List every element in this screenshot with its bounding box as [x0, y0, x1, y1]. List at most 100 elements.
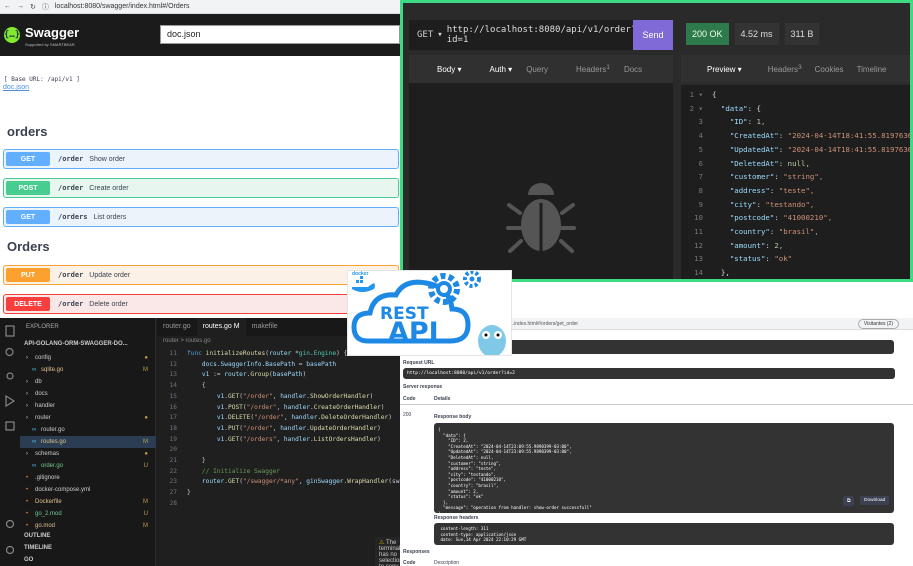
- tab-cookies[interactable]: Cookies: [815, 65, 844, 74]
- project-root[interactable]: API-GOLANG-ORM-SWAGGER-DO...: [20, 338, 156, 350]
- go-label: GO: [24, 557, 34, 563]
- doc-json-link[interactable]: doc.json: [3, 84, 29, 91]
- run-debug-icon[interactable]: [5, 394, 16, 408]
- browser-url[interactable]: ...index.html#/orders/get_order: [510, 321, 578, 327]
- gear-icon: [428, 273, 460, 305]
- tab-makefile[interactable]: makefile: [246, 318, 284, 336]
- request-tabs: Body ▾ Auth ▾ Query Headers1 Docs: [409, 55, 673, 83]
- op-post-order[interactable]: POST /order Create order: [3, 178, 399, 198]
- tree-folder[interactable]: › schemas ●: [20, 448, 156, 460]
- tag-orders-heading[interactable]: orders: [7, 124, 47, 139]
- reload-icon[interactable]: ↻: [30, 3, 36, 11]
- tab-auth[interactable]: Auth ▾: [475, 65, 512, 74]
- extensions-icon[interactable]: [5, 421, 15, 431]
- go-section[interactable]: GO: [20, 554, 156, 566]
- headers-count-badge: 1: [606, 63, 610, 71]
- tag-orders-heading-2[interactable]: Orders: [7, 239, 50, 254]
- code-line[interactable]: 15 v1.GET("/order", handler.ShowOrderHan…: [157, 392, 400, 403]
- code-line[interactable]: 14 {: [157, 381, 400, 392]
- timeline-section[interactable]: TIMELINE: [20, 542, 156, 554]
- gear-icon[interactable]: [5, 545, 15, 555]
- tree-file[interactable]: ∞ routes.go M: [20, 436, 156, 448]
- tree-folder[interactable]: › handler: [20, 400, 156, 412]
- code-line[interactable]: 28: [157, 499, 400, 510]
- line-number: 5: [698, 144, 703, 154]
- code-lines[interactable]: 11 func initializeRoutes(router *gin.Engi…: [157, 349, 400, 510]
- files-icon[interactable]: [5, 325, 15, 337]
- swagger-logo[interactable]: {…} Swagger Supported by SMARTBEAR: [4, 24, 79, 47]
- tree-file[interactable]: • go.mod M: [20, 520, 156, 532]
- code-line[interactable]: 21 }: [157, 456, 400, 467]
- op-delete-order[interactable]: DELETE /order Delete order: [3, 294, 399, 314]
- request-url-bar[interactable]: GET ▾ http://localhost:8080/api/v1/order…: [409, 20, 636, 50]
- method-select[interactable]: GET: [417, 30, 433, 40]
- tree-file[interactable]: ∞ router.go: [20, 424, 156, 436]
- code-line[interactable]: 16 v1.POST("/order", handler.CreateOrder…: [157, 403, 400, 414]
- op-get-order[interactable]: GET /order Show order: [3, 149, 399, 169]
- git-status-badge: U: [143, 511, 148, 517]
- code-line[interactable]: 22 // Initialize Swagger: [157, 467, 400, 478]
- browser-address-bar: ← → ↻ ⓘ localhost:8080/swagger/index.htm…: [0, 0, 400, 14]
- browser-url[interactable]: localhost:8080/swagger/index.html#/Order…: [55, 3, 190, 10]
- visitors-button[interactable]: Visitantes (2): [857, 319, 899, 329]
- code-column-label: Code: [403, 396, 416, 402]
- line-number: 7: [698, 172, 703, 182]
- tree-file[interactable]: • go_2.mod U: [20, 508, 156, 520]
- download-button[interactable]: Download: [860, 496, 890, 505]
- code-line[interactable]: 19 v1.GET("/orders", handler.ListOrdersH…: [157, 435, 400, 446]
- tree-folder[interactable]: › config ●: [20, 352, 156, 364]
- search-icon[interactable]: [5, 347, 14, 357]
- json-line: 9 "city": "testando",: [681, 198, 910, 212]
- tab-docs[interactable]: Docs: [624, 65, 642, 74]
- tree-folder[interactable]: › db: [20, 376, 156, 388]
- response-body-label: Response body: [434, 414, 472, 420]
- back-icon[interactable]: ←: [4, 3, 11, 10]
- tab-router-go[interactable]: router.go: [157, 318, 197, 336]
- code-line[interactable]: 20: [157, 445, 400, 456]
- json-text: "CreatedAt": "2024-04-14T18:41:55.819763…: [729, 131, 913, 141]
- tab-timeline[interactable]: Timeline: [857, 65, 887, 74]
- copy-icon[interactable]: ⧉: [843, 496, 855, 506]
- source-control-icon[interactable]: [6, 372, 14, 380]
- git-status-badge: M: [143, 439, 148, 445]
- forward-icon[interactable]: →: [17, 3, 24, 10]
- response-status-bar: 200 OK 4.52 ms 311 B: [686, 23, 820, 45]
- line-number: 18: [169, 424, 177, 432]
- account-icon[interactable]: [5, 519, 15, 529]
- tree-file[interactable]: ∞ sqlite.go M: [20, 364, 156, 376]
- git-status-badge: U: [143, 463, 148, 469]
- explore-url-input[interactable]: doc.json: [160, 25, 400, 44]
- tree-folder[interactable]: › router ●: [20, 412, 156, 424]
- tree-file[interactable]: • docker-compose.yml: [20, 484, 156, 496]
- line-number: 27: [169, 489, 177, 497]
- code-line[interactable]: 18 v1.PUT("/order", handler.UpdateOrderH…: [157, 424, 400, 435]
- tree-file[interactable]: • Dockerfile M: [20, 496, 156, 508]
- chevron-icon: ›: [26, 379, 28, 385]
- project-name: API-GOLANG-ORM-SWAGGER-DO...: [24, 341, 128, 347]
- json-line: 7 "customer": "string",: [681, 170, 910, 184]
- code-line[interactable]: 27}: [157, 488, 400, 499]
- tab-routes-go[interactable]: routes.go M: [196, 318, 246, 336]
- tab-preview[interactable]: Preview ▾: [694, 65, 742, 74]
- line-number: 17: [169, 414, 177, 422]
- tree-folder[interactable]: › docs: [20, 388, 156, 400]
- tree-file[interactable]: ∞ order.go U: [20, 460, 156, 472]
- op-desc: Update order: [89, 271, 131, 279]
- code-line[interactable]: 23 router.GET("/swagger/*any", ginSwagge…: [157, 477, 400, 488]
- tab-query[interactable]: Query: [526, 65, 548, 74]
- request-url[interactable]: http://localhost:8080/api/v1/order?id=1: [447, 25, 637, 45]
- op-put-order[interactable]: PUT /order Update order: [3, 265, 399, 285]
- send-button[interactable]: Send: [633, 20, 673, 50]
- response-code: 200: [403, 412, 412, 418]
- op-get-orders[interactable]: GET /orders List orders: [3, 207, 399, 227]
- tab-body[interactable]: Body ▾: [423, 65, 461, 74]
- code-line[interactable]: 12 docs.SwaggerInfo.BasePath = basePath: [157, 360, 400, 371]
- code-line[interactable]: 17 v1.DELETE("/order", handler.DeleteOrd…: [157, 413, 400, 424]
- tree-label: go.mod: [35, 523, 56, 529]
- tab-headers[interactable]: Headers1: [562, 64, 610, 75]
- tree-file[interactable]: • .gitignore: [20, 472, 156, 484]
- code-line[interactable]: 13 v1 := router.Group(basePath): [157, 370, 400, 381]
- tab-resp-headers[interactable]: Headers3: [755, 64, 802, 75]
- json-line: 1 ▾ {: [681, 88, 910, 102]
- breadcrumb[interactable]: router > routes.go: [163, 338, 211, 344]
